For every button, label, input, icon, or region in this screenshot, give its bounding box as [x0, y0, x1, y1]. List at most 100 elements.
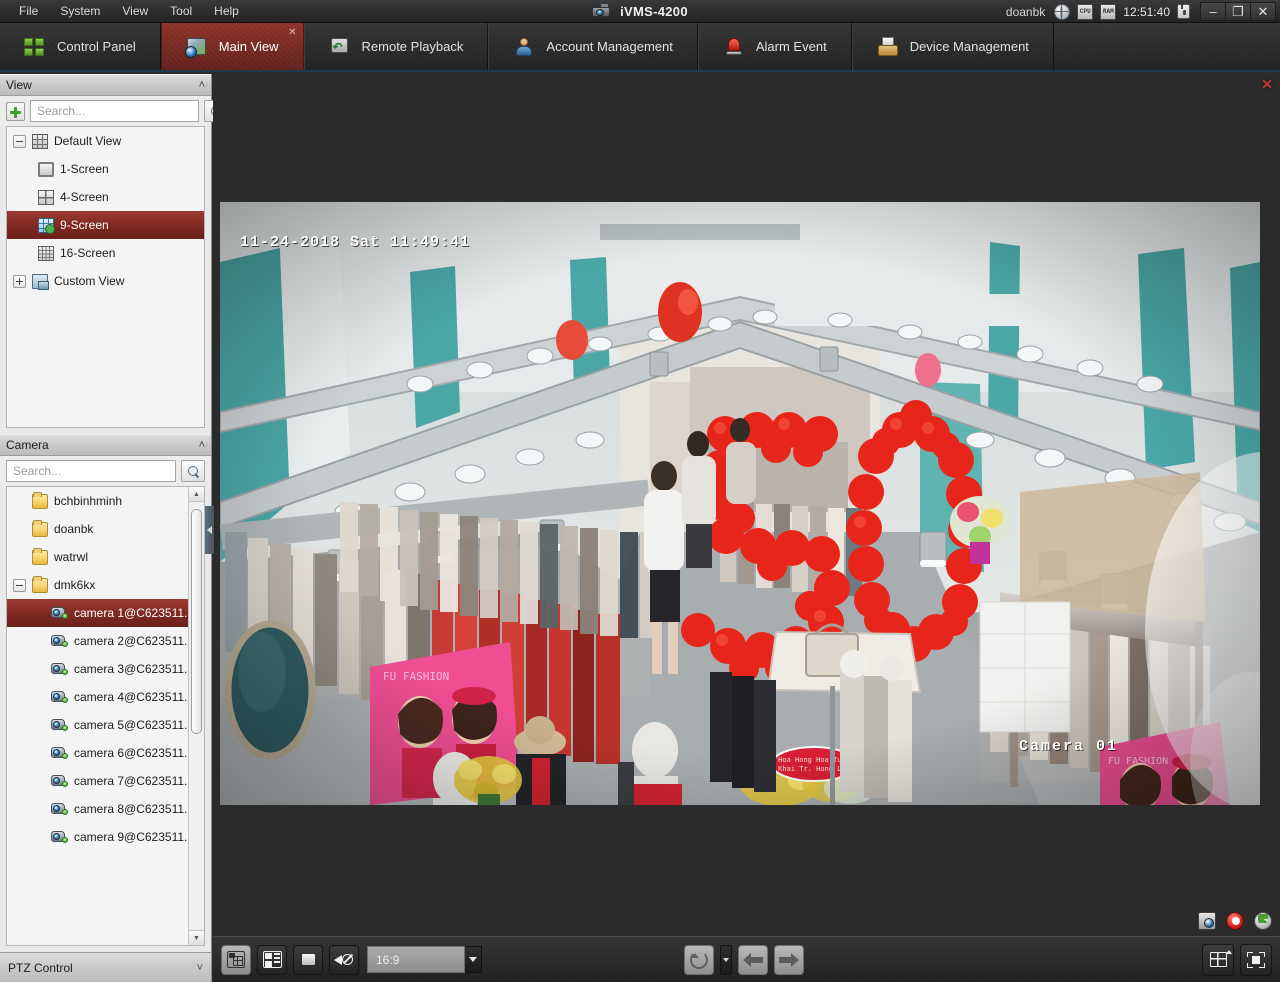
tab-control-panel-label: Control Panel: [57, 39, 136, 54]
window-split-icon: [1209, 950, 1232, 967]
auto-switch-button[interactable]: [684, 944, 714, 975]
record-icon[interactable]: [1226, 912, 1244, 930]
aspect-ratio-select[interactable]: 16:9: [367, 946, 482, 973]
tree-item-camera-7[interactable]: camera 7@C623511...: [7, 767, 204, 795]
current-user-label: doanbk: [1005, 4, 1046, 19]
tree-item-label: Custom View: [54, 274, 125, 288]
tree-item-camera-8[interactable]: camera 8@C623511...: [7, 795, 204, 823]
stop-all-button[interactable]: [293, 944, 323, 975]
view-search-input[interactable]: [30, 100, 199, 122]
folder-icon: [32, 519, 48, 537]
camera-panel-header[interactable]: Camera ˄: [0, 434, 211, 456]
menu-tool[interactable]: Tool: [159, 1, 203, 21]
scroll-down-icon[interactable]: ▼: [189, 930, 204, 945]
lock-icon[interactable]: [1177, 0, 1192, 19]
tree-item-camera-9[interactable]: camera 9@C623511...: [7, 823, 204, 851]
tree-item-label: camera 4@C623511...: [74, 690, 195, 704]
left-sidebar: View ˄ Default View 1-Screen 4-Screen: [0, 74, 228, 982]
window-split-button[interactable]: [1202, 943, 1234, 976]
layout-icon: [262, 951, 282, 968]
tree-item-default-view[interactable]: Default View: [7, 127, 204, 155]
mute-all-button[interactable]: [329, 944, 359, 975]
tree-item-label: 4-Screen: [60, 190, 109, 204]
chevron-down-icon[interactable]: ˅: [197, 962, 203, 974]
capture-icon[interactable]: [1198, 912, 1216, 930]
menu-file[interactable]: File: [8, 1, 49, 21]
tree-item-camera-3[interactable]: camera 3@C623511...: [7, 655, 204, 683]
arrow-left-icon: [743, 952, 763, 967]
previous-page-button[interactable]: [738, 944, 768, 975]
tree-item-camera-6[interactable]: camera 6@C623511...: [7, 739, 204, 767]
tab-control-panel[interactable]: Control Panel: [0, 23, 161, 70]
tree-item-16-screen[interactable]: 16-Screen: [7, 239, 204, 267]
minimize-button[interactable]: –: [1200, 2, 1226, 21]
next-page-button[interactable]: [774, 944, 804, 975]
tree-item-label: camera 7@C623511...: [74, 774, 195, 788]
tree-item-4-screen[interactable]: 4-Screen: [7, 183, 204, 211]
menu-bar: File System View Tool Help: [0, 1, 250, 21]
view-panel-header[interactable]: View ˄: [0, 74, 211, 96]
ram-usage-icon[interactable]: RAM: [1100, 3, 1117, 20]
tree-item-dmk6kx[interactable]: dmk6kx: [7, 571, 204, 599]
tree-item-1-screen[interactable]: 1-Screen: [7, 155, 204, 183]
close-view-icon[interactable]: ✕: [1260, 77, 1274, 91]
chevron-up-icon[interactable]: ˄: [199, 79, 205, 91]
view-grid-icon: [32, 133, 48, 149]
ptz-control-panel-header[interactable]: PTZ Control ˅: [0, 952, 211, 982]
aspect-ratio-dropdown-button[interactable]: [465, 946, 482, 973]
tree-item-label: watrwl: [54, 550, 89, 564]
tree-item-9-screen[interactable]: 9-Screen: [7, 211, 204, 239]
playback-navigation-group: [684, 944, 804, 975]
scrollbar-thumb[interactable]: [191, 509, 202, 734]
tree-item-watrwl[interactable]: watrwl: [7, 543, 204, 571]
menu-system[interactable]: System: [49, 1, 111, 21]
close-window-button[interactable]: ✕: [1250, 2, 1276, 21]
sidebar-collapse-handle[interactable]: [205, 506, 214, 554]
tab-main-view[interactable]: Main View ✕: [160, 23, 304, 70]
grid4-icon: [24, 37, 46, 57]
save-layout-button[interactable]: [221, 944, 251, 975]
camera-search-button[interactable]: [181, 460, 205, 482]
tree-item-camera-1[interactable]: camera 1@C623511...: [7, 599, 204, 627]
network-globe-icon[interactable]: [1054, 3, 1071, 20]
tab-alarm-event[interactable]: Alarm Event: [697, 23, 852, 70]
custom-view-icon: [32, 273, 49, 290]
tab-close-icon[interactable]: ✕: [288, 28, 296, 38]
tab-account-management[interactable]: Account Management: [488, 23, 698, 70]
video-window-camera-01[interactable]: FU FASHION FU FASHION: [220, 202, 1260, 805]
camera-search-input[interactable]: [6, 460, 176, 482]
maximize-restore-button[interactable]: ❐: [1225, 2, 1251, 21]
video-timestamp-overlay: 11-24-2018 Sat 11:49:41: [240, 234, 471, 251]
collapse-expander-icon[interactable]: [13, 134, 26, 148]
tab-device-management[interactable]: Device Management: [851, 23, 1054, 70]
chevron-up-icon[interactable]: ˄: [199, 439, 205, 451]
screen-4-icon: [38, 189, 54, 205]
expand-expander-icon[interactable]: [13, 274, 26, 288]
camera-list-scrollbar[interactable]: ▲ ▼: [188, 487, 204, 945]
tree-item-camera-5[interactable]: camera 5@C623511...: [7, 711, 204, 739]
save-icon: [227, 951, 245, 968]
menu-view[interactable]: View: [111, 1, 159, 21]
add-view-button[interactable]: [6, 101, 25, 121]
instant-playback-icon[interactable]: [1254, 912, 1272, 930]
live-video-feed: FU FASHION FU FASHION: [220, 202, 1260, 805]
camera-icon: [51, 830, 68, 844]
window-division-button[interactable]: [257, 944, 287, 975]
collapse-expander-icon[interactable]: [13, 578, 26, 592]
full-screen-button[interactable]: [1240, 943, 1272, 976]
cpu-usage-icon[interactable]: CPU: [1077, 3, 1094, 20]
tree-item-camera-4[interactable]: camera 4@C623511...: [7, 683, 204, 711]
tree-item-custom-view[interactable]: Custom View: [7, 267, 204, 295]
auto-switch-dropdown[interactable]: [720, 944, 732, 975]
tree-item-bchbinhminh[interactable]: bchbinhminh: [7, 487, 204, 515]
menu-help[interactable]: Help: [203, 1, 250, 21]
ivms-logo-icon: [592, 4, 612, 19]
mainview-icon: [184, 37, 208, 58]
tree-item-camera-2[interactable]: camera 2@C623511...: [7, 627, 204, 655]
module-tab-bar: Control Panel Main View ✕ ↶ Remote Playb…: [0, 23, 1280, 72]
refresh-icon: [690, 950, 708, 969]
tree-item-doanbk[interactable]: doanbk: [7, 515, 204, 543]
scroll-up-icon[interactable]: ▲: [189, 487, 204, 502]
tree-item-label: camera 5@C623511...: [74, 718, 195, 732]
tab-remote-playback[interactable]: ↶ Remote Playback: [303, 23, 489, 70]
